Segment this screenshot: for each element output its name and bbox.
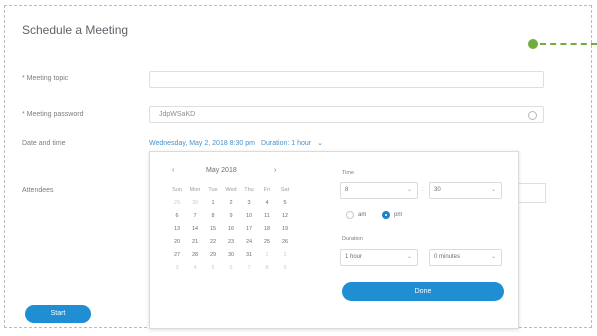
calendar-day[interactable]: 5 — [204, 265, 222, 278]
eye-icon[interactable] — [528, 111, 537, 120]
month-label: May 2018 — [206, 167, 237, 174]
pm-label: pm — [394, 212, 403, 218]
date-time-label: Date and time — [22, 140, 66, 147]
duration-hours-value: 1 hour — [345, 254, 363, 260]
calendar-day[interactable]: 7 — [240, 265, 258, 278]
chevron-down-icon: ⌄ — [406, 187, 412, 193]
duration-minutes-select[interactable]: 0 minutes ⌄ — [429, 249, 502, 266]
calendar-day[interactable]: 14 — [186, 226, 204, 239]
calendar-day[interactable]: 25 — [258, 239, 276, 252]
done-button[interactable]: Done — [342, 282, 504, 301]
calendar-day[interactable]: 1 — [258, 252, 276, 265]
calendar-day[interactable]: 9 — [222, 213, 240, 226]
calendar-day[interactable]: 6 — [168, 213, 186, 226]
meeting-topic-input[interactable] — [149, 71, 544, 88]
chevron-down-icon: ⌄ — [490, 187, 496, 193]
hour-value: 8 — [345, 187, 349, 193]
calendar-day[interactable]: 3 — [240, 200, 258, 213]
calendar-day[interactable]: 26 — [276, 239, 294, 252]
calendar-day[interactable]: 7 — [186, 213, 204, 226]
calendar-day[interactable]: 21 — [186, 239, 204, 252]
calendar-day[interactable]: 9 — [276, 265, 294, 278]
calendar-day[interactable]: 30 — [186, 200, 204, 213]
weekday-header: Tue — [208, 187, 218, 193]
start-button[interactable]: Start — [25, 305, 91, 323]
page-title: Schedule a Meeting — [22, 23, 129, 37]
calendar-day[interactable]: 23 — [222, 239, 240, 252]
calendar-day[interactable]: 29 — [204, 252, 222, 265]
calendar-header: ‹ May 2018 › — [150, 167, 330, 177]
connector-handle[interactable] — [528, 39, 597, 49]
meeting-password-input[interactable]: JdpWSaKD — [149, 106, 544, 123]
calendar-day[interactable]: 18 — [258, 226, 276, 239]
calendar-day[interactable]: 20 — [168, 239, 186, 252]
date-time-value[interactable]: Wednesday, May 2, 2018 8:30 pm — [149, 140, 255, 147]
duration-link[interactable]: Duration: 1 hour — [261, 140, 311, 147]
calendar-day[interactable]: 29 — [168, 200, 186, 213]
calendar-day[interactable]: 27 — [168, 252, 186, 265]
connector-line — [540, 43, 597, 45]
next-month-button[interactable]: › — [274, 167, 276, 174]
calendar-day[interactable]: 31 — [240, 252, 258, 265]
duration-hours-select[interactable]: 1 hour ⌄ — [340, 249, 418, 266]
calendar-day[interactable]: 19 — [276, 226, 294, 239]
calendar-day[interactable]: 24 — [240, 239, 258, 252]
chevron-down-icon: ⌄ — [490, 254, 496, 260]
meeting-password-label: * Meeting password — [22, 111, 84, 118]
calendar-day[interactable]: 1 — [204, 200, 222, 213]
meeting-password-value: JdpWSaKD — [159, 111, 196, 118]
weekday-header: Sun — [172, 187, 182, 193]
calendar-day[interactable]: 12 — [276, 213, 294, 226]
connector-dot-icon[interactable] — [528, 39, 538, 49]
minute-value: 30 — [434, 187, 441, 193]
hour-select[interactable]: 8 ⌄ — [340, 182, 418, 199]
previous-month-button[interactable]: ‹ — [172, 167, 174, 174]
calendar-day[interactable]: 3 — [168, 265, 186, 278]
weekday-header: Fri — [263, 187, 271, 193]
calendar-day[interactable]: 22 — [204, 239, 222, 252]
date-time-picker: ‹ May 2018 › Sun Mon Tue Wed Thu Fri Sat 29 30 1 2… — [149, 151, 519, 329]
calendar-day[interactable]: 4 — [186, 265, 204, 278]
am-label: am — [358, 212, 367, 218]
calendar-day[interactable]: 6 — [222, 265, 240, 278]
minute-select[interactable]: 30 ⌄ — [429, 182, 502, 199]
calendar-day[interactable]: 4 — [258, 200, 276, 213]
time-separator: : — [422, 187, 424, 193]
calendar-grid: Sun Mon Tue Wed Thu Fri Sat 29 30 1 2 3 4 5 6 7 8 9 10 11 12… — [168, 187, 294, 278]
calendar-day[interactable]: 13 — [168, 226, 186, 239]
calendar-day[interactable]: 30 — [222, 252, 240, 265]
chevron-down-icon: ⌄ — [406, 254, 412, 260]
calendar-day[interactable]: 11 — [258, 213, 276, 226]
weekday-header: Wed — [225, 187, 237, 193]
calendar-day[interactable]: 8 — [258, 265, 276, 278]
calendar-day[interactable]: 10 — [240, 213, 258, 226]
weekday-header: Mon — [189, 187, 201, 193]
chevron-down-icon[interactable]: ⌄ — [317, 140, 323, 147]
calendar-day[interactable]: 2 — [276, 252, 294, 265]
meeting-topic-label: * Meeting topic — [22, 75, 69, 82]
weekday-header: Thu — [244, 187, 254, 193]
attendees-label: Attendees — [22, 187, 54, 194]
calendar-day[interactable]: 8 — [204, 213, 222, 226]
date-time-value-link[interactable]: Wednesday, May 2, 2018 8:30 pm Duration:… — [149, 139, 327, 147]
calendar-day[interactable]: 5 — [276, 200, 294, 213]
time-label: Time — [342, 170, 355, 176]
calendar-day[interactable]: 2 — [222, 200, 240, 213]
duration-minutes-value: 0 minutes — [434, 254, 461, 260]
calendar-day[interactable]: 17 — [240, 226, 258, 239]
pm-radio[interactable] — [382, 211, 390, 219]
calendar-day[interactable]: 28 — [186, 252, 204, 265]
calendar-day[interactable]: 16 — [222, 226, 240, 239]
duration-label: Duration — [342, 236, 363, 242]
am-radio[interactable] — [346, 211, 354, 219]
weekday-header: Sat — [280, 187, 290, 193]
calendar-day[interactable]: 15 — [204, 226, 222, 239]
